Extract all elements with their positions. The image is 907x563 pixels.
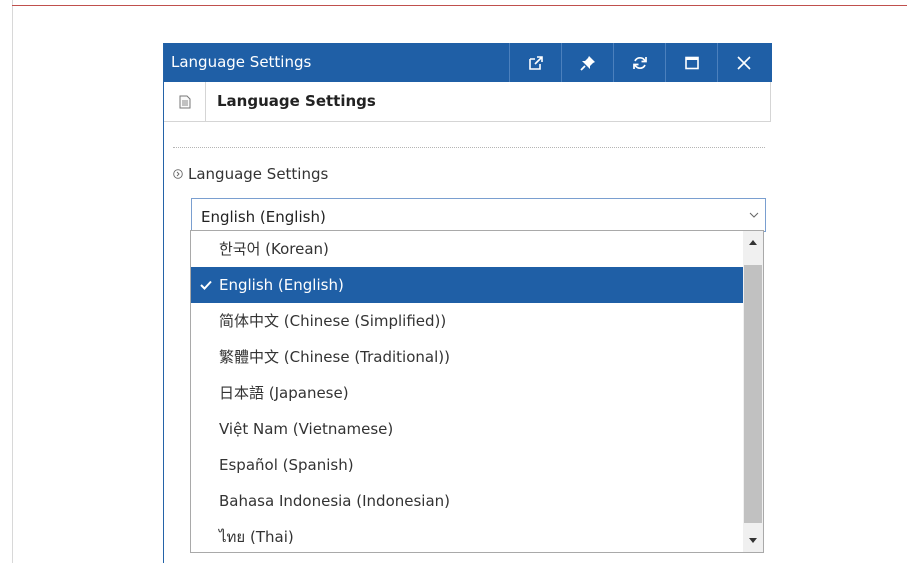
scroll-up-button[interactable] [743, 231, 763, 253]
top-rule [12, 5, 907, 6]
pin-icon [579, 55, 595, 71]
dropdown-option-label: English (English) [219, 276, 344, 294]
dropdown-option[interactable]: 繁體中文 (Chinese (Traditional)) [191, 339, 743, 375]
scrollbar-thumb[interactable] [744, 265, 762, 523]
dropdown-option-label: ไทย (Thai) [219, 528, 294, 546]
window-subheader: Language Settings [164, 82, 771, 122]
dropdown-option-label: Español (Spanish) [219, 456, 354, 474]
section-heading: Language Settings [173, 164, 328, 184]
subheader-title: Language Settings [217, 92, 376, 110]
dropdown-scrollbar[interactable] [743, 231, 763, 552]
document-icon [179, 95, 190, 108]
dropdown-option-label: 繁體中文 (Chinese (Traditional)) [219, 348, 450, 366]
language-dropdown-list: 한국어 (Korean) English (English) 简体中文 (Chine… [190, 230, 764, 553]
section-divider [173, 147, 765, 148]
dropdown-option[interactable]: Español (Spanish) [191, 447, 743, 483]
language-select[interactable]: English (English) [191, 198, 766, 232]
dropdown-option[interactable]: Việt Nam (Vietnamese) [191, 411, 743, 447]
caret-down-icon [749, 538, 757, 543]
dropdown-option[interactable]: 简体中文 (Chinese (Simplified)) [191, 303, 743, 339]
window-titlebar: Language Settings [164, 43, 772, 82]
scroll-down-button[interactable] [743, 530, 763, 552]
circle-chevron-icon [173, 169, 183, 179]
refresh-button[interactable] [613, 43, 665, 82]
caret-up-icon [749, 240, 757, 245]
dropdown-options: 한국어 (Korean) English (English) 简体中文 (Chine… [191, 231, 743, 552]
dropdown-option-label: Việt Nam (Vietnamese) [219, 420, 394, 438]
dropdown-option-label: 简体中文 (Chinese (Simplified)) [219, 312, 447, 330]
external-link-icon [528, 55, 543, 70]
dropdown-option-label: 한국어 (Korean) [219, 240, 329, 258]
maximize-icon [684, 56, 699, 69]
dropdown-option[interactable]: 日本語 (Japanese) [191, 375, 743, 411]
dropdown-option[interactable]: English (English) [191, 267, 743, 303]
dropdown-option[interactable]: ไทย (Thai) [191, 519, 743, 552]
section-heading-text: Language Settings [188, 165, 329, 183]
dropdown-option[interactable]: 한국어 (Korean) [191, 231, 743, 267]
window-title: Language Settings [171, 53, 312, 71]
checkmark-icon [200, 267, 214, 303]
dropdown-option-label: Bahasa Indonesia (Indonesian) [219, 492, 451, 510]
dropdown-option-label: 日本語 (Japanese) [219, 384, 349, 402]
maximize-button[interactable] [665, 43, 717, 82]
refresh-icon [632, 56, 647, 69]
chevron-down-icon [749, 212, 759, 218]
dropdown-option[interactable]: Bahasa Indonesia (Indonesian) [191, 483, 743, 519]
pin-button[interactable] [561, 43, 613, 82]
close-icon [736, 55, 751, 70]
close-button[interactable] [717, 43, 769, 82]
language-select-value: English (English) [201, 208, 326, 226]
popout-button[interactable] [509, 43, 561, 82]
document-icon-cell [164, 82, 206, 121]
